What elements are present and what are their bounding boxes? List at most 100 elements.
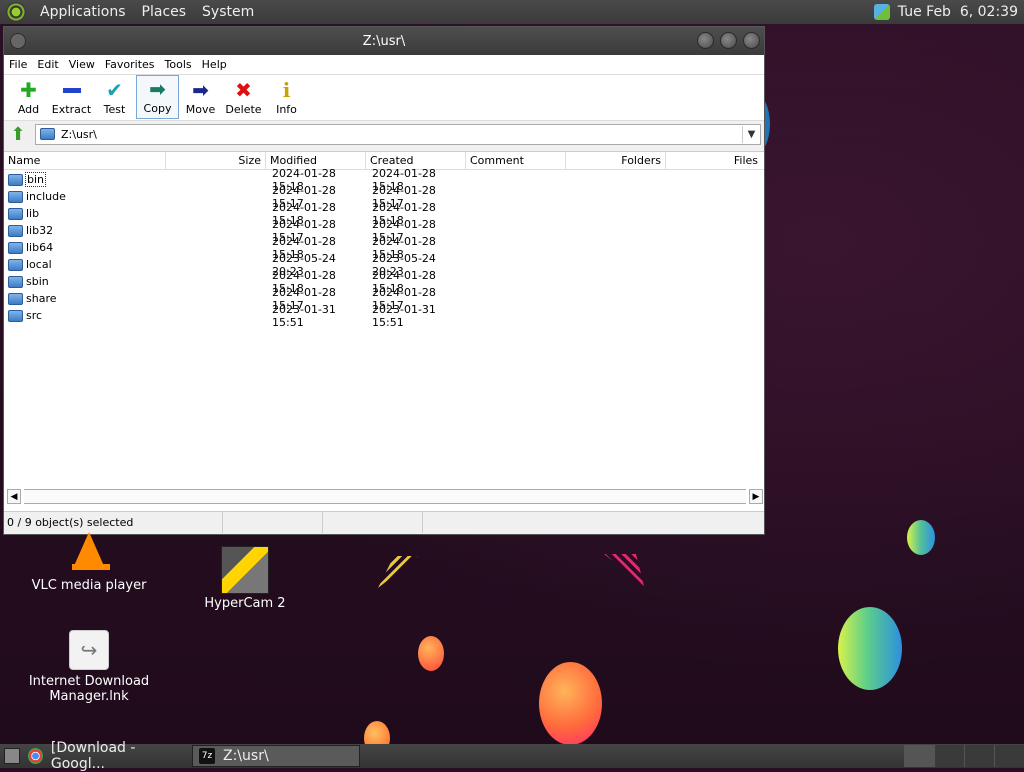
file-name: lib64 [26, 241, 54, 254]
column-header-comment[interactable]: Comment [466, 152, 566, 169]
workspace-switcher [904, 745, 1024, 767]
move-arrow-icon: ➡ [192, 78, 209, 102]
desktop-icon-label: VLC media player [31, 578, 147, 593]
table-row[interactable]: src 2023-01-31 15:51 2023-01-31 15:51 [4, 303, 764, 329]
menu-view[interactable]: View [64, 58, 100, 71]
menu-favorites[interactable]: Favorites [100, 58, 160, 71]
clock[interactable]: Tue Feb 6, 02:39 [898, 4, 1018, 20]
address-bar: ⬆ Z:\usr\ ▼ [4, 121, 764, 147]
window-menu-icon[interactable] [10, 33, 26, 49]
copy-label: Copy [143, 102, 172, 115]
folder-icon [8, 224, 23, 237]
scrollbar-track[interactable] [24, 489, 746, 504]
decorative-streak [378, 556, 418, 588]
7zip-icon: 7z [199, 748, 215, 764]
network-icon[interactable] [873, 4, 890, 20]
desktop-icon-vlc[interactable]: VLC media player [30, 532, 148, 593]
taskbar-item-label: [Download - Googl... [50, 740, 136, 772]
window-titlebar[interactable]: Z:\usr\ [4, 27, 764, 55]
workspace-2[interactable] [934, 745, 964, 767]
decorative-bubble [539, 662, 602, 745]
desktop-icon-idm[interactable]: ↪ Internet Download Manager.lnk [26, 630, 152, 704]
test-label: Test [103, 103, 126, 116]
file-name: include [26, 190, 66, 203]
taskbar-item-chrome[interactable]: [Download - Googl... [22, 740, 190, 772]
column-header-name[interactable]: Name [4, 152, 166, 169]
workspace-4[interactable] [994, 745, 1024, 767]
menubar: File Edit View Favorites Tools Help [4, 55, 764, 75]
created-cell: 2023-01-31 15:51 [372, 302, 436, 329]
selection-status: 0 / 9 object(s) selected [4, 512, 223, 533]
menu-tools[interactable]: Tools [160, 58, 197, 71]
chrome-icon [28, 748, 43, 764]
folder-icon [8, 173, 23, 186]
add-label: Add [17, 103, 40, 116]
toolbar: ✚ Add Extract ✔ Test ➡ Copy ➡ Move ✖ Del… [4, 75, 764, 121]
file-manager-window: Z:\usr\ File Edit View Favorites Tools H… [3, 26, 765, 535]
scroll-right-icon[interactable]: ▶ [749, 489, 763, 504]
menu-system[interactable]: System [194, 4, 262, 20]
menu-places[interactable]: Places [134, 4, 195, 20]
taskbar-item-7zip[interactable]: 7z Z:\usr\ [192, 745, 360, 767]
workspace-3[interactable] [964, 745, 994, 767]
up-folder-icon[interactable]: ⬆ [7, 124, 29, 145]
file-list: Name Size Modified Created Comment Folde… [4, 151, 764, 515]
column-header-folders[interactable]: Folders [566, 152, 666, 169]
info-button[interactable]: i Info [265, 75, 308, 119]
delete-label: Delete [225, 103, 262, 116]
decorative-bubble [838, 607, 902, 690]
distro-logo-icon[interactable] [6, 2, 26, 22]
menu-help[interactable]: Help [197, 58, 232, 71]
menu-file[interactable]: File [4, 58, 32, 71]
chevron-down-icon[interactable]: ▼ [742, 125, 760, 143]
file-name: lib [26, 207, 40, 220]
window-title: Z:\usr\ [362, 33, 406, 49]
menu-edit[interactable]: Edit [32, 58, 63, 71]
workspace-1[interactable] [904, 745, 934, 767]
horizontal-scrollbar[interactable]: ◀ ▶ [7, 489, 763, 504]
delete-button[interactable]: ✖ Delete [222, 75, 265, 119]
folder-icon [40, 128, 55, 140]
vlc-cone-icon [72, 532, 110, 572]
file-name: lib32 [26, 224, 54, 237]
desktop-icon-hypercam[interactable]: HyperCam 2 [200, 546, 290, 611]
test-button[interactable]: ✔ Test [93, 75, 136, 119]
folder-icon [8, 309, 23, 322]
check-icon: ✔ [106, 78, 123, 102]
path-combobox[interactable]: Z:\usr\ ▼ [35, 123, 761, 145]
move-button[interactable]: ➡ Move [179, 75, 222, 119]
decorative-bubble [907, 520, 935, 555]
status-cell [423, 512, 764, 533]
folder-icon [8, 207, 23, 220]
info-label: Info [276, 103, 297, 116]
extract-label: Extract [51, 103, 92, 116]
path-text: Z:\usr\ [61, 127, 97, 141]
show-desktop-icon[interactable] [4, 748, 20, 764]
shortcut-icon: ↪ [69, 630, 109, 670]
add-button[interactable]: ✚ Add [7, 75, 50, 119]
x-icon: ✖ [235, 78, 252, 102]
scroll-left-icon[interactable]: ◀ [7, 489, 21, 504]
file-name: sbin [26, 275, 49, 288]
minimize-button[interactable] [697, 32, 714, 49]
column-header-files[interactable]: Files [666, 152, 762, 169]
folder-icon [8, 258, 23, 271]
minus-icon [60, 79, 84, 101]
file-name: bin [24, 172, 47, 187]
desktop-icon-label: HyperCam 2 [204, 596, 286, 611]
modified-cell: 2023-01-31 15:51 [272, 302, 336, 329]
maximize-button[interactable] [720, 32, 737, 49]
menu-applications[interactable]: Applications [32, 4, 134, 20]
column-header-size[interactable]: Size [166, 152, 266, 169]
extract-button[interactable]: Extract [50, 75, 93, 119]
move-label: Move [185, 103, 216, 116]
taskbar: [Download - Googl... 7z Z:\usr\ [0, 740, 1024, 772]
copy-button[interactable]: ➡ Copy [136, 75, 179, 119]
copy-arrow-icon: ➡ [149, 77, 166, 101]
top-panel: Applications Places System Tue Feb 6, 02… [0, 0, 1024, 24]
folder-icon [8, 190, 23, 203]
close-button[interactable] [743, 32, 760, 49]
folder-icon [8, 241, 23, 254]
folder-icon [8, 275, 23, 288]
taskbar-item-label: Z:\usr\ [223, 748, 269, 764]
